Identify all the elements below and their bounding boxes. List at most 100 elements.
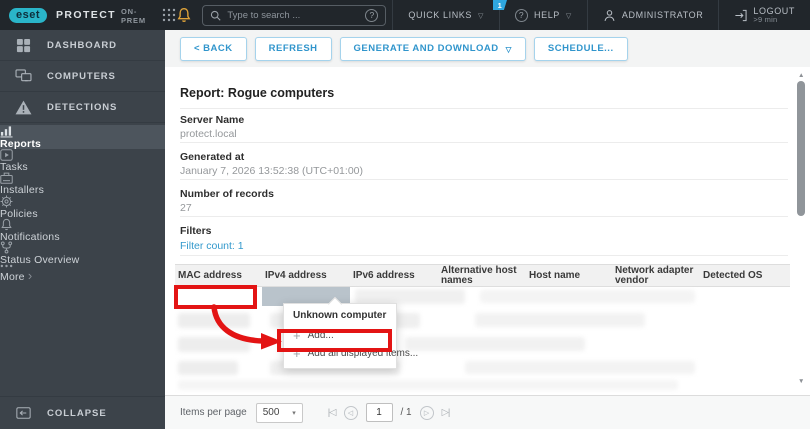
collapse-label: COLLAPSE	[47, 407, 107, 419]
redacted-cell	[178, 380, 678, 390]
installers-icon	[0, 172, 165, 184]
previous-page-button[interactable]: ◁	[343, 405, 358, 420]
refresh-button[interactable]: REFRESH	[254, 36, 332, 61]
field-value-generated-at: January 7, 2026 13:52:38 (UTC+01:00)	[180, 165, 363, 177]
items-per-page-select[interactable]: 500 ▾	[255, 402, 303, 423]
logout-button[interactable]: LOGOUT >9 min	[718, 0, 810, 30]
table-body	[175, 287, 790, 393]
field-label-generated-at: Generated at	[180, 151, 245, 163]
help-icon: ?	[515, 8, 528, 22]
sidebar-item-policies[interactable]: Policies	[0, 195, 165, 220]
page-navigation: |◁ ◁ / 1 ▷ ▷|	[328, 403, 450, 422]
redacted-cell	[465, 361, 695, 374]
collapse-icon	[0, 407, 47, 419]
dashboard-icon	[0, 38, 47, 53]
column-header-mac-address[interactable]: MAC address	[175, 265, 262, 286]
page-title: Report: Rogue computers	[180, 86, 335, 100]
redacted-cell	[475, 313, 645, 327]
user-icon	[604, 9, 615, 21]
sidebar-item-label: More	[0, 271, 25, 283]
search-input[interactable]	[227, 9, 360, 21]
pagination-bar: Items per page 500 ▾ |◁ ◁ / 1 ▷ ▷|	[165, 395, 810, 429]
column-header-host-name[interactable]: Host name	[526, 265, 612, 286]
reports-icon	[0, 125, 165, 138]
detections-icon	[0, 100, 47, 115]
sidebar-item-installers[interactable]: Installers	[0, 172, 165, 196]
column-header-network-adapter-vendor[interactable]: Network adapter vendor	[612, 265, 700, 286]
next-page-button[interactable]: ▷	[419, 405, 434, 420]
refresh-label: REFRESH	[268, 43, 318, 54]
help-label: HELP	[534, 10, 560, 20]
back-button[interactable]: < BACK	[180, 36, 247, 61]
report-toolbar: < BACK REFRESH GENERATE AND DOWNLOAD ▽ S…	[165, 30, 810, 67]
last-page-button[interactable]: ▷|	[442, 407, 451, 418]
field-value-server-name: protect.local	[180, 128, 237, 140]
column-header-alternative-host-names[interactable]: Alternative host names	[438, 265, 526, 286]
divider	[180, 179, 788, 180]
search-icon	[211, 10, 221, 21]
sidebar-item-detections[interactable]: DETECTIONS	[0, 92, 165, 123]
divider	[180, 255, 788, 256]
report-content: Report: Rogue computers Server Name prot…	[165, 67, 810, 395]
context-menu-title: Unknown computer	[293, 310, 387, 321]
sidebar-item-computers[interactable]: COMPUTERS	[0, 61, 165, 92]
grid-dots-icon	[163, 8, 176, 22]
items-per-page-value: 500	[262, 407, 280, 418]
quick-links-menu[interactable]: QUICK LINKS ▽	[392, 0, 499, 30]
global-search[interactable]: ?	[202, 4, 387, 26]
column-header-ipv4-address[interactable]: IPv4 address	[262, 265, 350, 286]
redacted-cell	[405, 337, 585, 351]
eset-logo-mark: eset	[9, 7, 48, 23]
computers-icon	[0, 69, 47, 83]
tasks-icon	[0, 149, 165, 161]
redacted-cell	[480, 290, 695, 303]
redacted-cell	[355, 289, 465, 304]
sidebar-collapse-button[interactable]: COLLAPSE	[0, 396, 165, 429]
vertical-scrollbar: ▲ ▼	[795, 68, 807, 394]
sidebar-item-label: DASHBOARD	[47, 39, 117, 51]
filter-count-link[interactable]: Filter count: 1	[180, 240, 244, 252]
sidebar: DASHBOARD COMPUTERS DETECTIONS Reports T…	[0, 30, 165, 429]
policies-gear-icon	[0, 195, 165, 208]
schedule-label: SCHEDULE...	[547, 43, 614, 54]
field-label-server-name: Server Name	[180, 114, 245, 126]
more-dots-icon	[0, 264, 165, 268]
items-per-page-label: Items per page	[180, 407, 247, 418]
sidebar-item-tasks[interactable]: Tasks	[0, 149, 165, 173]
eset-logo[interactable]: eset PROTECT ON-PREM	[0, 5, 147, 25]
sidebar-item-status-overview[interactable]: Status Overview	[0, 241, 165, 266]
divider	[180, 108, 788, 109]
notification-bell-icon[interactable]	[176, 7, 192, 23]
sidebar-item-notifications[interactable]: Notifications	[0, 218, 165, 243]
divider	[180, 216, 788, 217]
sidebar-item-more[interactable]: More ›	[0, 264, 165, 287]
annotation-highlight-add-all-item	[277, 329, 392, 352]
user-menu[interactable]: ADMINISTRATOR	[586, 0, 718, 30]
help-menu[interactable]: 1 ? HELP ▽	[493, 0, 587, 30]
sidebar-item-dashboard[interactable]: DASHBOARD	[0, 30, 165, 61]
search-help-icon[interactable]: ?	[365, 8, 379, 22]
generate-label: GENERATE AND DOWNLOAD	[353, 43, 499, 54]
table-header-row: MAC address IPv4 address IPv6 address Al…	[175, 264, 790, 287]
scrollbar-thumb[interactable]	[797, 81, 805, 216]
bell-icon	[177, 8, 191, 23]
column-header-detected-os[interactable]: Detected OS	[700, 265, 790, 286]
product-edition: ON-PREM	[121, 7, 146, 25]
column-header-ipv6-address[interactable]: IPv6 address	[350, 265, 438, 286]
field-value-number-of-records: 27	[180, 202, 192, 214]
scroll-down-arrow-icon[interactable]: ▼	[798, 378, 804, 385]
page-number-input[interactable]	[365, 403, 393, 422]
sidebar-item-label: DETECTIONS	[47, 101, 118, 113]
schedule-button[interactable]: SCHEDULE...	[533, 36, 628, 61]
notifications-bell-icon	[0, 218, 165, 231]
chevron-down-icon: ▾	[292, 409, 296, 417]
generate-and-download-button[interactable]: GENERATE AND DOWNLOAD ▽	[339, 36, 526, 61]
first-page-button[interactable]: |◁	[328, 407, 337, 418]
sidebar-item-reports[interactable]: Reports	[0, 125, 165, 150]
scroll-up-arrow-icon[interactable]: ▲	[798, 72, 804, 79]
apps-grid-icon[interactable]	[162, 8, 176, 22]
chevron-down-icon: ▽	[565, 12, 572, 20]
divider	[180, 142, 788, 143]
redacted-cell	[178, 313, 250, 328]
field-label-number-of-records: Number of records	[180, 188, 274, 200]
